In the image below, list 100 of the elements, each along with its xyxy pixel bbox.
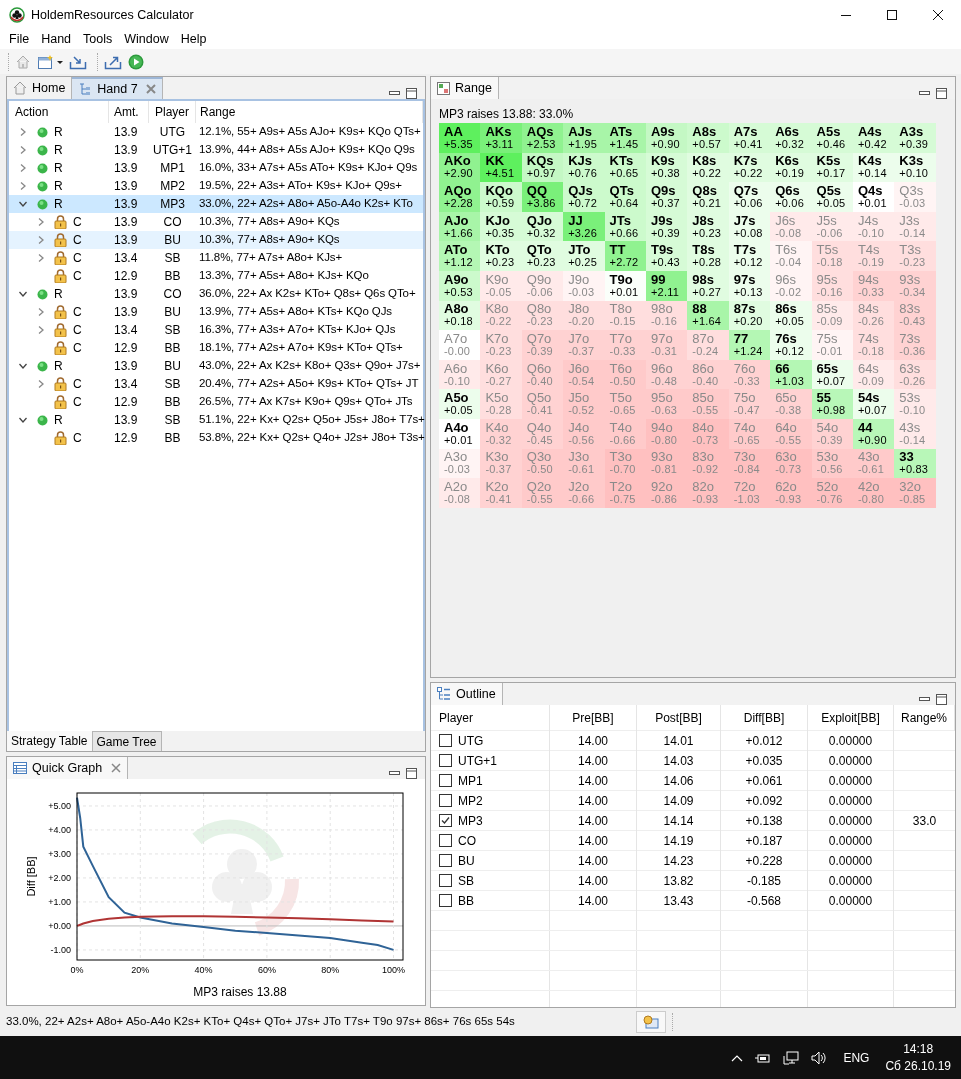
table-row[interactable]: R 13.9 CO 36.0%, 22+ Ax K2s+ KTo+ Q8s+ Q6s QTo+: [9, 285, 423, 303]
table-row[interactable]: R 13.9 MP1 16.0%, 33+ A7s+ A5s ATo+ K9s+ KJo+ Q9s: [9, 159, 423, 177]
hand-cell[interactable]: 77 +1.24: [728, 330, 771, 360]
hand-cell[interactable]: KTo +0.23: [480, 241, 522, 271]
hand-cell[interactable]: AKs +3.11: [480, 123, 522, 153]
hand-cell[interactable]: KJs +0.76: [563, 152, 605, 183]
hand-cell[interactable]: Q7s +0.06: [728, 182, 771, 212]
table-row[interactable]: R 13.9 BU 43.0%, 22+ Ax K2s+ K8o+ Q3s+ Q9o+ J7s+: [9, 357, 423, 375]
hand-cell[interactable]: Q8s +0.21: [687, 182, 729, 212]
column-header[interactable]: Player: [431, 705, 550, 731]
hand-cell[interactable]: ATs +1.45: [604, 123, 646, 153]
hand-cell[interactable]: QTo +0.23: [521, 241, 564, 271]
hand-cell[interactable]: A7s +0.41: [728, 123, 771, 153]
table-row[interactable]: C 12.9 BB 26.5%, 77+ Ax K7s+ K9o+ Q9s+ QTo+ JTs: [9, 393, 423, 411]
hand-cell[interactable]: 54s +0.07: [852, 389, 895, 419]
hand-cell[interactable]: QJs +0.72: [563, 182, 605, 212]
hand-cell[interactable]: 55 +0.98: [811, 389, 853, 419]
table-row[interactable]: C 12.9 BB 13.3%, 77+ A5s+ A8o+ KJs+ KQo: [9, 267, 423, 285]
run-icon[interactable]: [128, 53, 144, 70]
maximize-button[interactable]: [406, 88, 417, 99]
hand-cell[interactable]: 98s +0.27: [687, 270, 729, 301]
checkbox[interactable]: [439, 734, 452, 747]
hand-cell[interactable]: AJs +1.95: [563, 123, 605, 153]
network-icon[interactable]: [783, 1050, 800, 1065]
table-row[interactable]: C 13.9 BU 13.9%, 77+ A5s+ A8o+ KTs+ KQo QJs: [9, 303, 423, 321]
column-header[interactable]: Range: [196, 101, 423, 123]
table-row[interactable]: R 13.9 MP3 33.0%, 22+ A2s+ A8o+ A5o-A4o K2s+ KTo: [9, 195, 423, 213]
hand-cell[interactable]: Q6s +0.06: [770, 182, 812, 212]
table-row[interactable]: C 13.9 CO 10.3%, 77+ A8s+ A9o+ KQs: [9, 213, 423, 231]
menu-item[interactable]: File: [3, 30, 36, 49]
checkbox[interactable]: [439, 834, 452, 847]
power-icon[interactable]: [755, 1051, 772, 1064]
hand-cell[interactable]: QTs +0.64: [604, 182, 646, 212]
table-row[interactable]: C 13.4 SB 20.4%, 77+ A2s+ A5o+ K9s+ KTo+ QTs+ JT: [9, 375, 423, 393]
collapse-icon[interactable]: [17, 290, 29, 298]
hand-cell[interactable]: A5o +0.05: [439, 389, 481, 419]
clock-date[interactable]: Сб 26.10.19: [885, 1057, 951, 1075]
hand-cell[interactable]: T7s +0.12: [728, 241, 771, 271]
hand-cell[interactable]: AA +5.35: [439, 123, 481, 153]
column-header[interactable]: Player: [149, 101, 196, 123]
hand-cell[interactable]: KK +4.51: [480, 152, 522, 183]
tab[interactable]: Strategy Table: [7, 731, 93, 751]
hand-cell[interactable]: TT +2.72: [604, 241, 646, 271]
checkbox[interactable]: [439, 874, 452, 887]
collapse-icon[interactable]: [17, 200, 29, 208]
hand-cell[interactable]: Q5s +0.05: [811, 182, 853, 212]
hand-cell[interactable]: 66 +1.03: [770, 359, 812, 390]
status-button[interactable]: [636, 1011, 666, 1033]
tab[interactable]: Outline: [431, 683, 503, 705]
checkbox[interactable]: [439, 894, 452, 907]
maximize-button[interactable]: [936, 88, 947, 99]
collapse-icon[interactable]: [17, 362, 29, 370]
hand-cell[interactable]: K8s +0.22: [687, 152, 729, 183]
column-header[interactable]: Post[BB]: [637, 705, 721, 731]
menu-item[interactable]: Window: [118, 30, 175, 49]
hand-cell[interactable]: A6s +0.32: [770, 123, 812, 153]
hand-cell[interactable]: T8s +0.28: [687, 241, 729, 271]
chevron-up-icon[interactable]: [731, 1053, 744, 1062]
menu-item[interactable]: Hand: [35, 30, 78, 49]
column-header[interactable]: Diff[BB]: [721, 705, 808, 731]
hand-cell[interactable]: A3s +0.39: [894, 123, 936, 153]
hand-cell[interactable]: AJo +1.66: [439, 211, 481, 242]
hand-cell[interactable]: QQ +3.86: [521, 182, 564, 212]
hand-cell[interactable]: KJo +0.35: [480, 211, 522, 242]
hand-cell[interactable]: A4o +0.01: [439, 418, 481, 449]
hand-cell[interactable]: A8s +0.57: [687, 123, 729, 153]
table-row[interactable]: C 12.9 BB 18.1%, 77+ A2s+ A7o+ K9s+ KTo+ QTs+: [9, 339, 423, 357]
table-row[interactable]: R 13.9 SB 51.1%, 22+ Kx+ Q2s+ Q5o+ J5s+ J8o+ T7s+: [9, 411, 423, 429]
clock-time[interactable]: 14:18: [903, 1040, 934, 1058]
hand-cell[interactable]: ATo +1.12: [439, 241, 481, 271]
hand-cell[interactable]: JTo +0.25: [563, 241, 605, 271]
column-header[interactable]: Action: [9, 101, 109, 123]
checkbox[interactable]: [439, 754, 452, 767]
new-window-icon[interactable]: [37, 53, 63, 70]
hand-cell[interactable]: AQs +2.53: [521, 123, 564, 153]
hand-cell[interactable]: A8o +0.18: [439, 300, 481, 331]
hand-cell[interactable]: KQo +0.59: [480, 182, 522, 212]
tab[interactable]: Quick Graph: [7, 757, 129, 779]
tab[interactable]: Range: [431, 77, 499, 99]
hand-cell[interactable]: A9s +0.90: [645, 123, 688, 153]
table-row[interactable]: C 13.9 BU 10.3%, 77+ A8s+ A9o+ KQs: [9, 231, 423, 249]
maximize-button[interactable]: [936, 694, 947, 705]
menu-item[interactable]: Help: [174, 30, 213, 49]
column-header[interactable]: Range%: [894, 705, 955, 731]
volume-icon[interactable]: [811, 1050, 828, 1065]
table-row[interactable]: R 13.9 UTG 12.1%, 55+ A9s+ A5s AJo+ K9s+ KQo QTs+: [9, 123, 423, 141]
table-row[interactable]: R 13.9 MP2 19.5%, 22+ A3s+ ATo+ K9s+ KJo+ Q9s+: [9, 177, 423, 195]
hand-cell[interactable]: Q4s +0.01: [852, 182, 895, 212]
checkbox[interactable]: [439, 854, 452, 867]
hand-cell[interactable]: JJ +3.26: [563, 211, 605, 242]
hand-cell[interactable]: 33 +0.83: [894, 448, 936, 479]
column-header[interactable]: Pre[BB]: [550, 705, 637, 731]
hand-cell[interactable]: K6s +0.19: [770, 152, 812, 183]
collapse-icon[interactable]: [17, 416, 29, 424]
hand-cell[interactable]: A4s +0.42: [852, 123, 895, 153]
hand-cell[interactable]: T9s +0.43: [645, 241, 688, 271]
column-header[interactable]: Exploit[BB]: [808, 705, 894, 731]
checkbox[interactable]: [439, 814, 452, 827]
hand-cell[interactable]: 86s +0.05: [770, 300, 812, 331]
hand-cell[interactable]: 76s +0.12: [770, 330, 812, 360]
